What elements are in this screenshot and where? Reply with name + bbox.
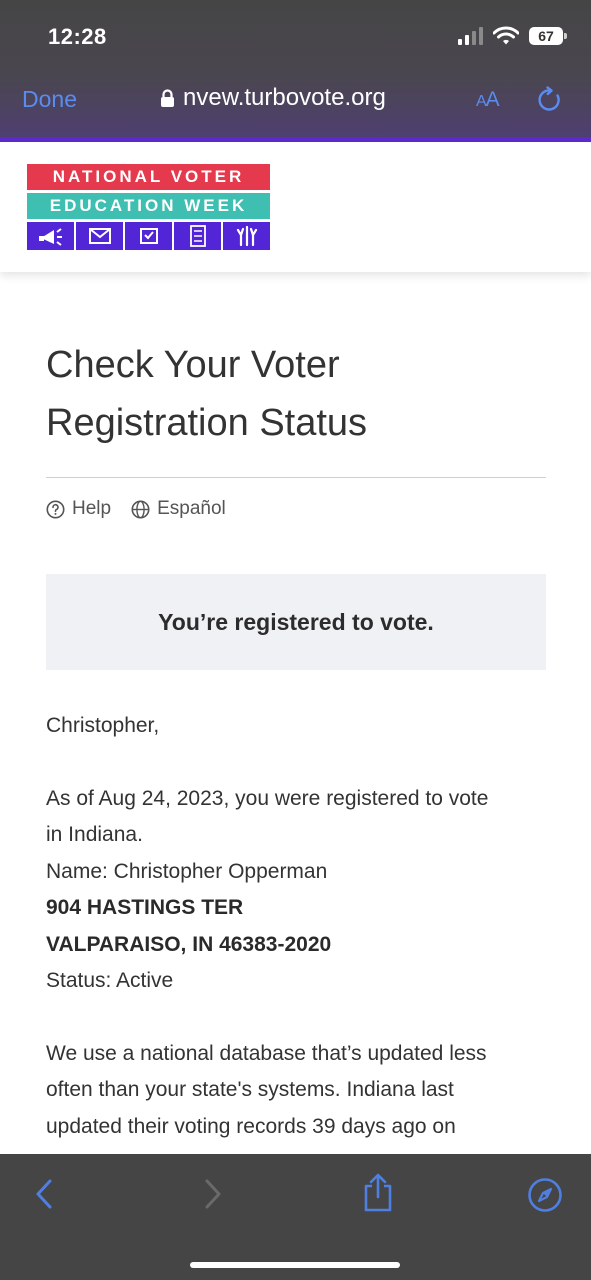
- nvew-logo[interactable]: NATIONAL VOTER EDUCATION WEEK: [27, 164, 270, 250]
- home-indicator[interactable]: [190, 1262, 400, 1268]
- title-divider: [46, 477, 546, 478]
- browser-top-bar: 12:28 67 Done nvew.turbovote.org AA: [0, 0, 591, 140]
- database-note-line-3: updated their voting records 39 days ago…: [46, 1114, 456, 1138]
- status-indicators: 67: [458, 26, 567, 46]
- mail-icon: [76, 222, 123, 250]
- address-line-2: VALPARAISO, IN 46383-2020: [46, 932, 332, 956]
- safari-compass-button[interactable]: [527, 1177, 563, 1218]
- cellular-signal-icon: [458, 27, 483, 45]
- main-content: Check Your Voter Registration Status Hel…: [46, 272, 546, 1145]
- page-title-line-1: Check Your Voter: [46, 344, 340, 386]
- database-note-line-2: often than your state's systems. Indiana…: [46, 1078, 454, 1101]
- share-icon: [364, 1173, 392, 1212]
- forward-button[interactable]: [201, 1176, 225, 1217]
- greeting: Christopher,: [46, 714, 160, 737]
- globe-icon: [131, 500, 150, 518]
- registration-status-message: You’re registered to vote.: [158, 608, 434, 635]
- site-header: NATIONAL VOTER EDUCATION WEEK: [0, 142, 591, 272]
- done-button[interactable]: Done: [22, 86, 77, 113]
- wifi-icon: [493, 26, 519, 45]
- checklist-icon: [174, 222, 221, 250]
- language-label: Español: [157, 498, 226, 519]
- chevron-right-icon: [205, 1179, 221, 1209]
- voter-name: Name: Christopher Opperman: [46, 859, 328, 883]
- address-bar[interactable]: nvew.turbovote.org: [160, 84, 435, 112]
- address-line-1: 904 HASTINGS TER: [46, 896, 244, 919]
- question-circle-icon: [46, 500, 65, 518]
- voter-status: Status: Active: [46, 969, 174, 992]
- screen: 12:28 67 Done nvew.turbovote.org AA NATI…: [0, 0, 591, 1280]
- text-size-button[interactable]: AA: [476, 88, 500, 112]
- page-title-line-2: Registration Status: [46, 402, 368, 444]
- text-size-small-a: A: [476, 93, 487, 110]
- database-note-line-1: We use a national database that’s update…: [46, 1041, 487, 1065]
- logo-line-1: NATIONAL VOTER: [27, 164, 270, 190]
- url-text: nvew.turbovote.org: [183, 84, 386, 111]
- reload-button[interactable]: [536, 86, 564, 119]
- status-time: 12:28: [48, 24, 107, 49]
- registration-date-line-1: As of Aug 24, 2023, you were registered …: [46, 786, 489, 810]
- registration-date-line-2: in Indiana.: [46, 823, 143, 846]
- back-button[interactable]: [32, 1176, 56, 1217]
- database-note: We use a national database that’s update…: [46, 1036, 546, 1146]
- compass-icon: [528, 1178, 562, 1212]
- lock-icon: [161, 88, 174, 107]
- logo-icon-row: [27, 222, 270, 250]
- megaphone-icon: [27, 222, 74, 250]
- registration-details: As of Aug 24, 2023, you were registered …: [46, 781, 546, 1000]
- help-link[interactable]: Help: [46, 498, 111, 520]
- logo-line-2: EDUCATION WEEK: [27, 193, 270, 219]
- registration-status-banner: You’re registered to vote.: [46, 574, 546, 670]
- chevron-left-icon: [36, 1179, 52, 1209]
- share-button[interactable]: [362, 1172, 394, 1217]
- reload-icon: [538, 86, 560, 111]
- help-links: Help Español: [46, 498, 546, 520]
- ballot-box-icon: [125, 222, 172, 250]
- page-title: Check Your Voter Registration Status: [46, 336, 546, 452]
- raised-hands-icon: [223, 222, 270, 250]
- text-size-large-a: A: [485, 88, 500, 111]
- battery-icon: 67: [529, 27, 567, 45]
- help-label: Help: [72, 498, 112, 519]
- language-link[interactable]: Español: [131, 498, 226, 520]
